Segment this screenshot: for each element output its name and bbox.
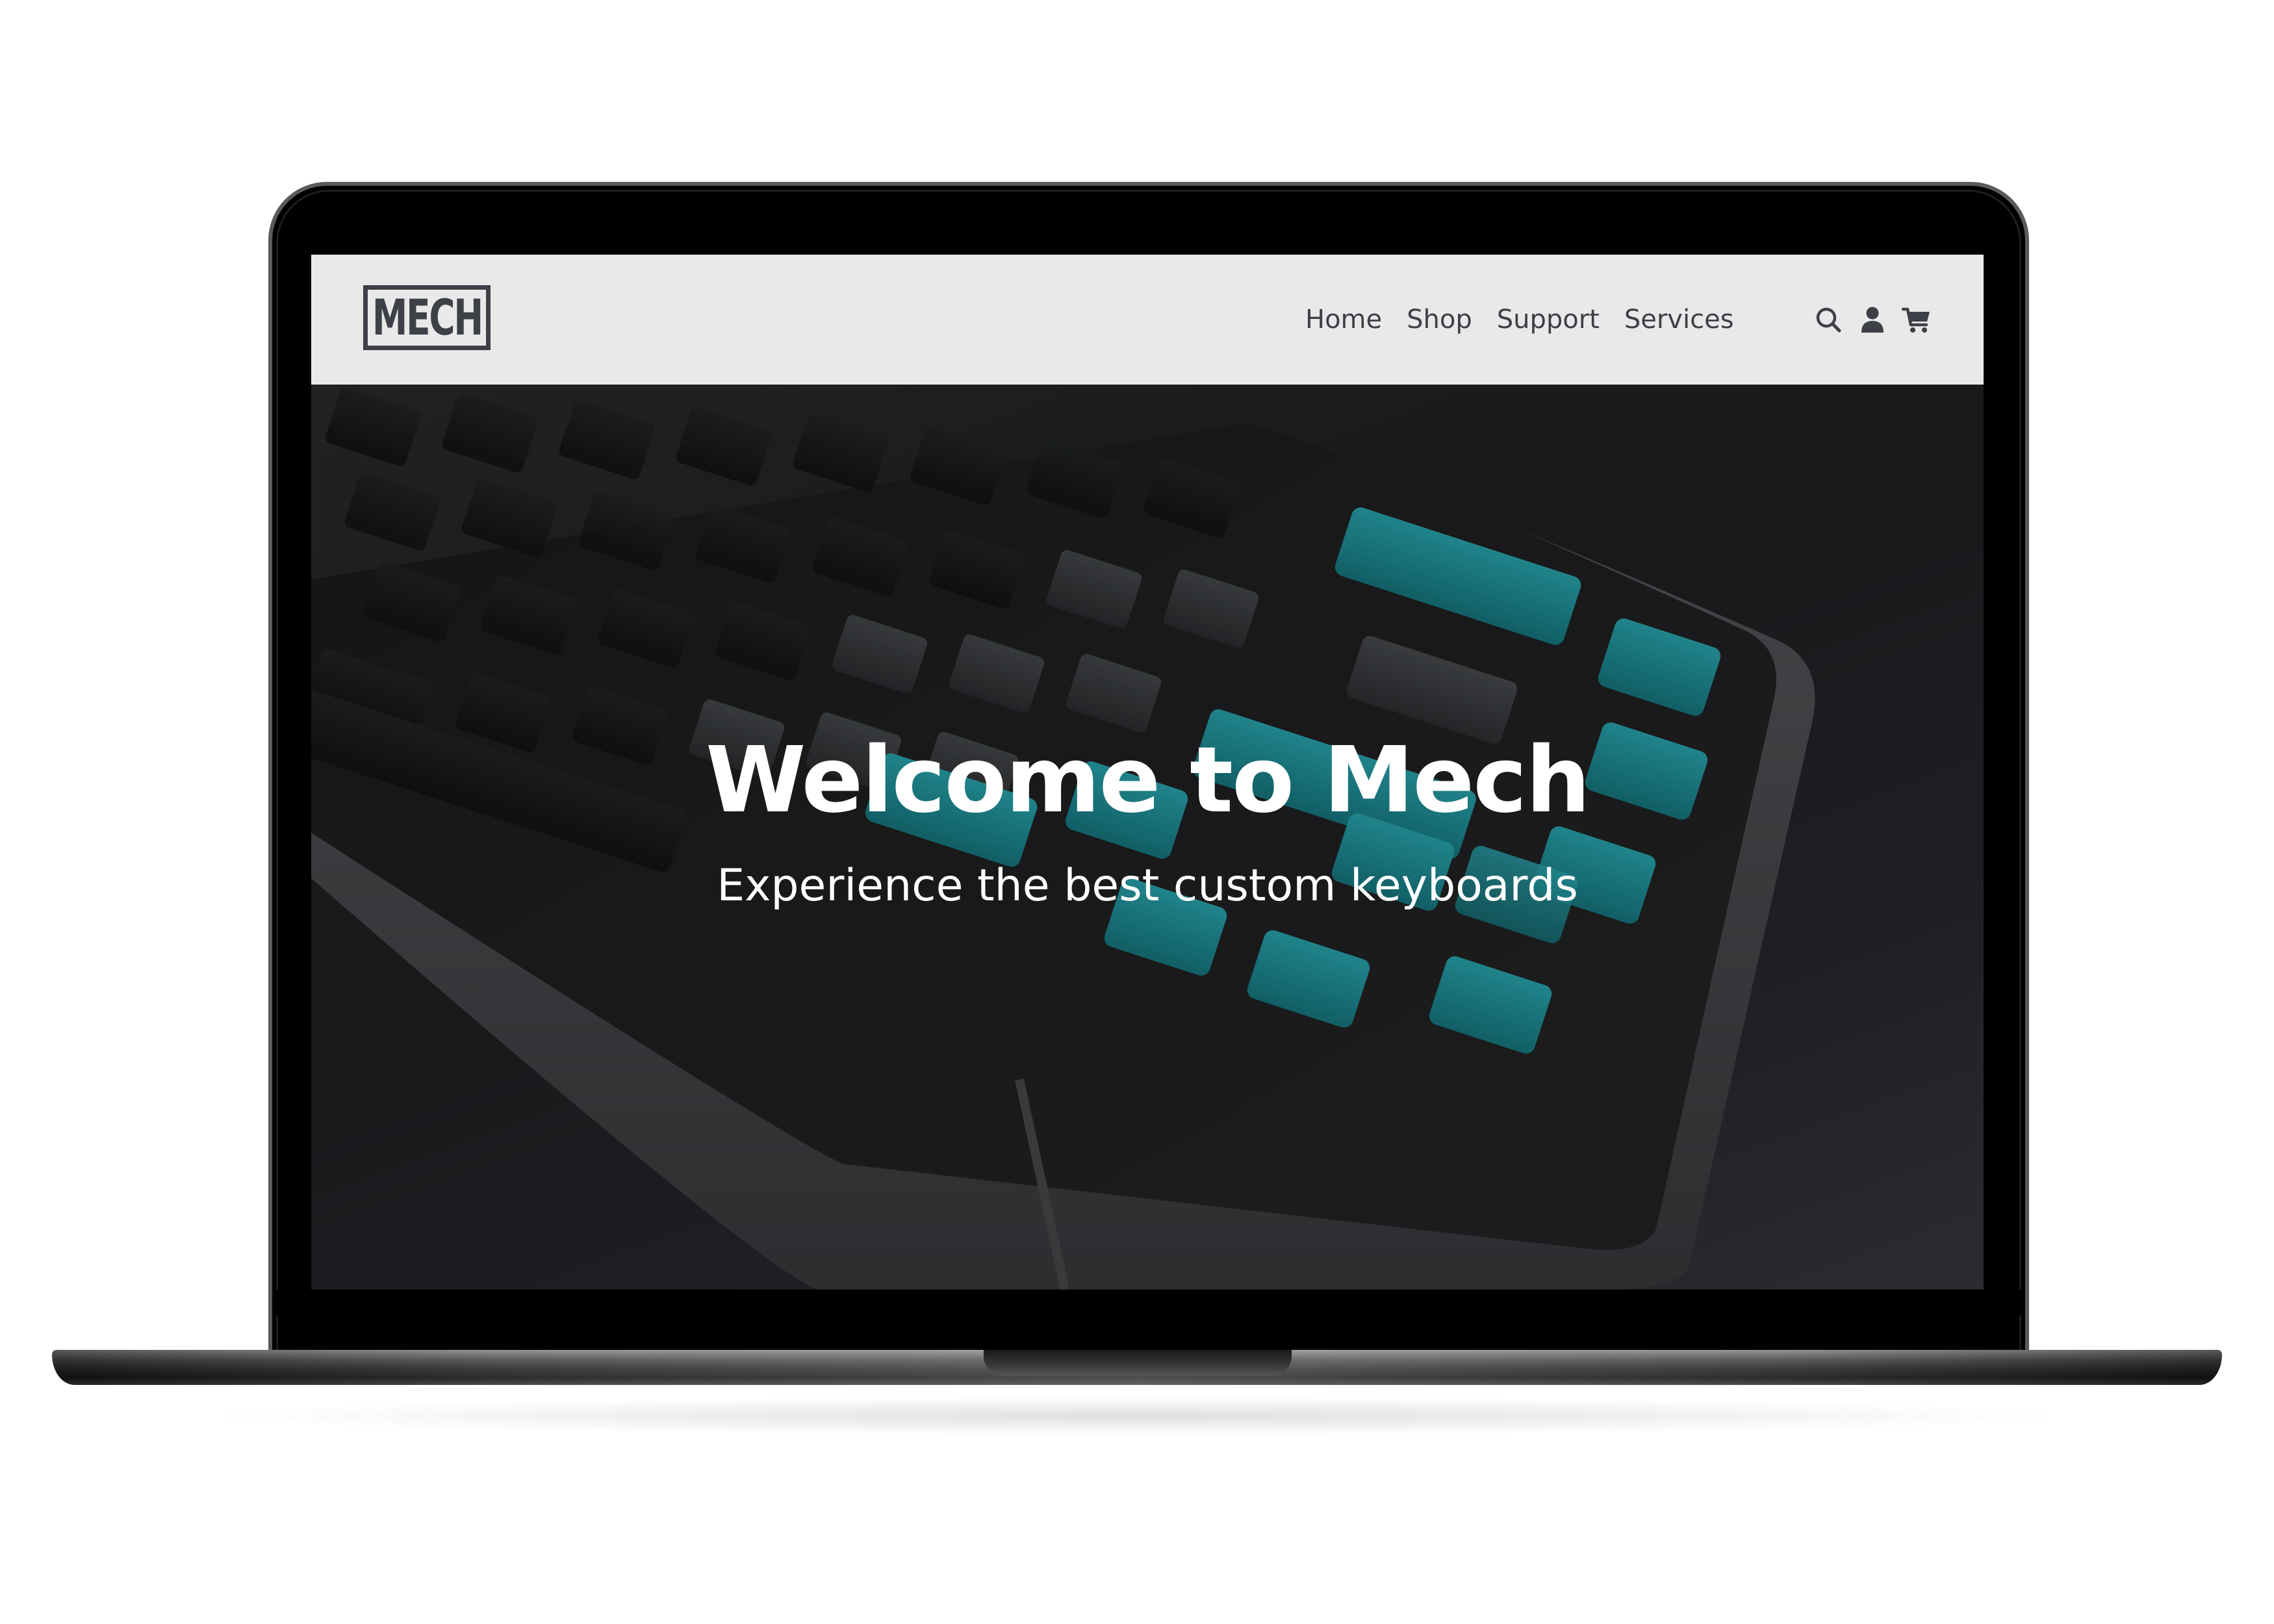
search-icon[interactable] [1813,305,1843,335]
laptop-chin [272,1289,2025,1315]
logo-text: MECH [372,288,483,346]
main-nav: Home Shop Support Services [1305,294,1759,346]
laptop-hinge-notch [984,1350,1292,1376]
laptop-shadow [195,1397,2079,1436]
laptop-mockup: MECH Home Shop Support Services Welcome … [0,0,2274,1624]
hero-banner: Welcome to Mech Experience the best cust… [311,385,1984,1289]
hero-title: Welcome to Mech [706,728,1591,833]
user-icon[interactable] [1858,305,1887,335]
mech-logo[interactable]: MECH [363,285,491,350]
hero-overlay [311,385,1984,1289]
cart-icon[interactable] [1902,305,1932,335]
header-icons [1813,300,1946,339]
nav-link-services[interactable]: Services [1624,305,1734,335]
nav-link-home[interactable]: Home [1305,305,1382,335]
laptop-screen: MECH Home Shop Support Services Welcome … [311,255,1984,1289]
hero-subtitle: Experience the best custom keyboards [717,860,1578,911]
site-header: MECH Home Shop Support Services [311,255,1984,385]
nav-link-support[interactable]: Support [1497,305,1600,335]
nav-link-shop[interactable]: Shop [1407,305,1472,335]
